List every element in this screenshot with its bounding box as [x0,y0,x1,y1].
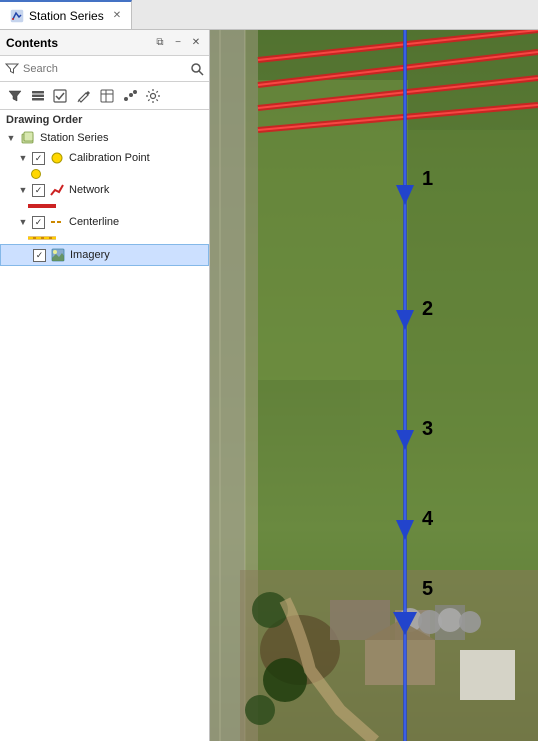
map-svg-overlay: 1 2 3 4 5 [210,30,538,741]
expand-arrow-cp: ▼ [18,153,28,163]
panel-header: Contents ⧉ − ✕ [0,30,209,56]
panel-minimize-button[interactable]: − [171,36,185,50]
layer-item-calibration-point[interactable]: ▼ Calibration Point [0,148,209,168]
tab-title: Station Series [29,9,104,23]
layer-name-centerline: Centerline [69,216,203,228]
layer-list: ▼ Station Series ▼ [0,128,209,741]
line-layer-icon [49,182,65,198]
tab-close-button[interactable]: ✕ [113,10,121,21]
map-tab-icon [10,9,24,23]
toolbar-settings-icon[interactable] [143,86,163,106]
map-area[interactable]: 1 2 3 4 5 [210,30,538,741]
title-bar: Station Series ✕ [0,0,538,30]
checkbox-imagery[interactable] [33,249,46,262]
toolbar-layer-icon[interactable] [28,86,48,106]
main-area: Contents ⧉ − ✕ [0,30,538,741]
centerline-layer-icon [49,214,65,230]
map-tab[interactable]: Station Series ✕ [0,0,132,29]
swatch-calibration-point [28,170,209,178]
layer-name-station-series: Station Series [40,132,203,144]
expand-arrow-cl: ▼ [18,217,28,227]
search-bar [0,56,209,82]
toolbar-table-icon[interactable] [97,86,117,106]
expand-arrow-net: ▼ [18,185,28,195]
svg-text:3: 3 [422,418,433,440]
swatch-network [28,202,209,210]
svg-text:2: 2 [422,298,433,320]
svg-text:1: 1 [422,168,433,190]
group-layer-icon [20,130,36,146]
layer-name-calibration-point: Calibration Point [69,152,203,164]
layer-item-centerline[interactable]: ▼ Centerline [0,212,209,232]
layer-name-network: Network [69,184,203,196]
search-icon [190,62,204,76]
toolbar-chart-icon[interactable] [120,86,140,106]
search-input[interactable] [23,63,186,75]
panel-controls: ⧉ − ✕ [153,36,203,50]
toolbar-edit-icon[interactable] [74,86,94,106]
expand-arrow: ▼ [6,133,16,143]
checkbox-centerline[interactable] [32,216,45,229]
panel-title: Contents [6,36,58,50]
layer-item-imagery[interactable]: ▼ Imagery [0,244,209,266]
panel-float-button[interactable]: ⧉ [153,36,167,50]
drawing-order-label: Drawing Order [0,110,209,128]
contents-panel: Contents ⧉ − ✕ [0,30,210,741]
svg-text:4: 4 [422,508,434,530]
checkbox-network[interactable] [32,184,45,197]
panel-close-button[interactable]: ✕ [189,36,203,50]
filter-icon [5,62,19,76]
toolbar-visibility-icon[interactable] [51,86,71,106]
layer-item-station-series[interactable]: ▼ Station Series [0,128,209,148]
checkbox-calibration-point[interactable] [32,152,45,165]
raster-layer-icon [50,247,66,263]
layer-name-imagery: Imagery [70,249,202,261]
swatch-centerline [28,234,209,242]
toolbar-row [0,82,209,110]
toolbar-filter-icon[interactable] [5,86,25,106]
layer-item-network[interactable]: ▼ Network [0,180,209,200]
point-layer-icon [49,150,65,166]
svg-text:5: 5 [422,578,433,600]
